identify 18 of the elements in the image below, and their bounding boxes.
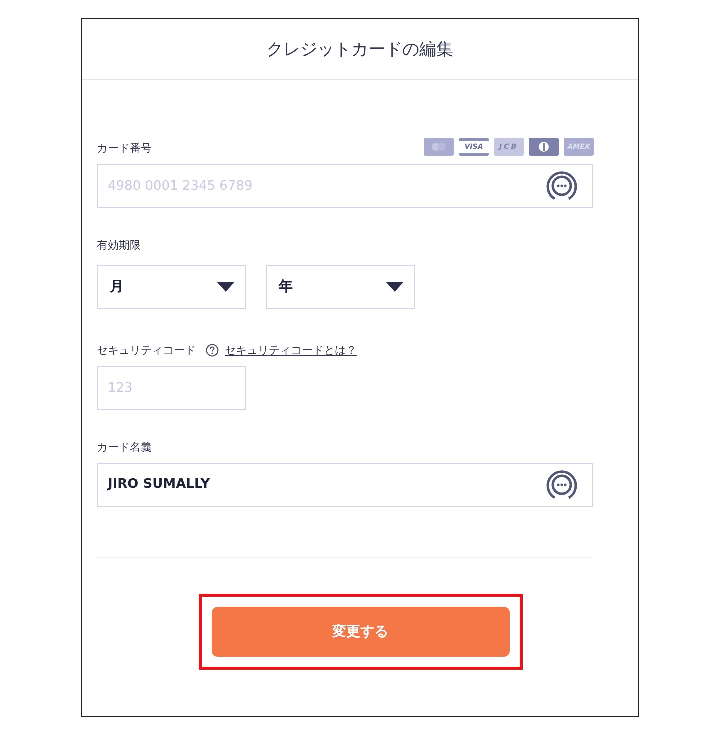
month-select[interactable]: 月 <box>97 265 246 309</box>
field-label: 有効期限 <box>97 238 142 253</box>
autofill-icon <box>545 468 579 502</box>
security-code-field[interactable]: 123 <box>97 366 246 410</box>
caret-icon <box>217 282 235 292</box>
dialog-title: クレジットカードの編集 <box>266 38 454 60</box>
autofill-icon <box>545 169 579 203</box>
field-label: カード番号 <box>97 141 152 156</box>
help-icon <box>206 344 219 357</box>
card-number-field[interactable]: 4980 0001 2345 6789 <box>97 164 593 208</box>
field-label: カード名義 <box>97 440 153 455</box>
help-link[interactable]: セキュリティコードとは？ <box>225 343 357 358</box>
card-holder-field[interactable]: JIRO SUMALLY <box>97 463 593 507</box>
year-select[interactable]: 年 <box>266 265 415 309</box>
card-brand-icon <box>424 138 454 156</box>
caret-icon <box>386 282 404 292</box>
field-label: セキュリティコード <box>97 343 196 358</box>
card-brand-icon <box>529 138 559 156</box>
